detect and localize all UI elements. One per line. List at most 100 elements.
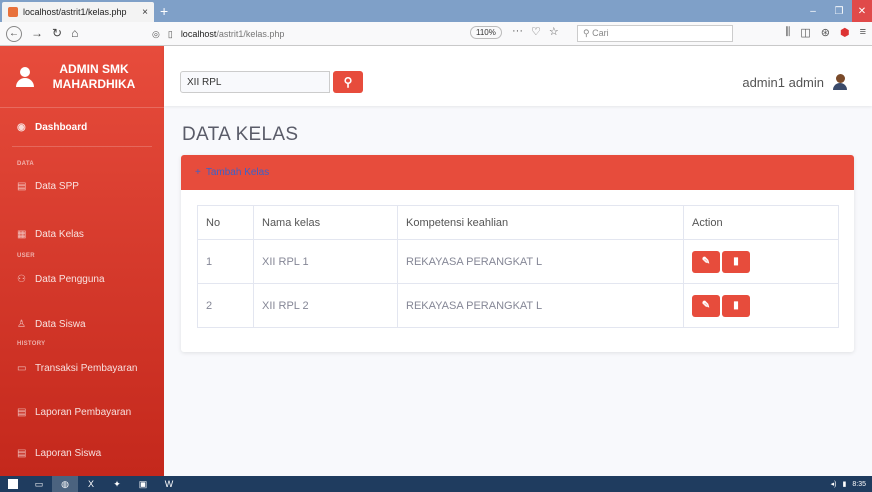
table-icon: ▦: [17, 228, 27, 240]
sidebar-item-label: Data Siswa: [35, 318, 86, 330]
user-name: admin1 admin: [742, 74, 824, 90]
edit-button[interactable]: ✎: [692, 250, 720, 273]
sidebar-item-data-kelas[interactable]: ▦ Data Kelas: [0, 205, 164, 249]
sidebar-heading-data: DATA: [17, 161, 34, 167]
extension-icon[interactable]: ⊛: [821, 26, 830, 39]
avatar: [832, 74, 848, 90]
cell-no: 1: [197, 239, 254, 284]
close-window-icon[interactable]: ✕: [852, 0, 872, 22]
cell-nama-kelas: XII RPL 1: [253, 239, 398, 284]
table-icon: ▤: [17, 180, 27, 192]
bookmark-star-icon[interactable]: ☆: [549, 25, 559, 38]
edit-icon: ✎: [701, 256, 711, 267]
start-icon[interactable]: [0, 476, 26, 492]
header-kompetensi: Kompetensi keahlian: [397, 205, 684, 240]
sidebar-heading-user: USER: [17, 253, 35, 259]
sidebar-item-label: Laporan Pembayaran: [35, 406, 132, 418]
sidebar-item-data-spp[interactable]: ▤ Data SPP: [0, 167, 164, 205]
header-action: Action: [683, 205, 839, 240]
pinned-app-icon[interactable]: ✦: [104, 476, 130, 492]
class-table: No Nama kelas Kompetensi keahlian Action…: [197, 205, 839, 328]
sidebar-toggle-icon[interactable]: ◫: [800, 26, 810, 39]
windows-taskbar: ▭ ◍ X ✦ ▣ W ◂) ▮ 8:35: [0, 476, 872, 492]
plus-icon: +: [195, 167, 201, 178]
delete-button[interactable]: ▮: [722, 294, 750, 317]
header-nama-kelas: Nama kelas: [253, 205, 398, 240]
money-icon: ▭: [17, 362, 27, 374]
users-icon: ⚇: [17, 273, 26, 285]
search-input[interactable]: ⚲ Cari: [577, 25, 733, 42]
search-input[interactable]: [180, 71, 330, 93]
page-title: DATA KELAS: [182, 124, 299, 145]
browser-tab[interactable]: localhost/astrit1/kelas.php ×: [2, 2, 154, 22]
sidebar-item-data-siswa[interactable]: ♙ Data Siswa: [0, 299, 164, 341]
word-icon[interactable]: W: [156, 476, 182, 492]
search-icon: ⚲: [583, 28, 590, 38]
dashboard-icon: ◉: [17, 121, 26, 133]
user-icon: [16, 66, 34, 87]
trash-icon: ▮: [733, 300, 739, 311]
zoom-indicator[interactable]: 110%: [470, 26, 502, 39]
tracking-shield-icon[interactable]: ◎: [152, 29, 160, 40]
student-icon: ♙: [17, 318, 26, 330]
cell-action: ✎ ▮: [683, 283, 839, 328]
sidebar-item-transaksi[interactable]: ▭ Transaksi Pembayaran: [0, 347, 164, 385]
brand-title: ADMIN SMK MAHARDHIKA: [52, 61, 136, 91]
page-actions-icon[interactable]: ···: [512, 25, 523, 38]
system-tray: ◂) ▮ 8:35: [831, 476, 866, 492]
sidebar-item-label: Dashboard: [35, 121, 88, 133]
maximize-icon[interactable]: ❐: [826, 0, 852, 22]
delete-button[interactable]: ▮: [722, 250, 750, 273]
card-header: + Tambah Kelas: [181, 155, 854, 190]
sidebar-brand[interactable]: ADMIN SMK MAHARDHIKA: [0, 46, 164, 108]
firefox-icon[interactable]: ◍: [52, 476, 78, 492]
menu-icon[interactable]: ≡: [860, 26, 866, 39]
sidebar-item-label: Laporan Siswa: [35, 447, 102, 459]
home-icon[interactable]: ⌂: [71, 26, 78, 42]
tab-title: localhost/astrit1/kelas.php: [23, 7, 127, 17]
forward-icon[interactable]: →: [31, 26, 43, 42]
cell-action: ✎ ▮: [683, 239, 839, 284]
edit-icon: ✎: [701, 300, 711, 311]
search-button[interactable]: ⚲: [333, 71, 363, 93]
shield-addon-icon[interactable]: ⬢: [840, 26, 850, 39]
table-row: 1 XII RPL 1 REKAYASA PERANGKAT L ✎ ▮: [197, 239, 839, 284]
network-icon[interactable]: ▮: [843, 480, 847, 488]
cell-nama-kelas: XII RPL 2: [253, 283, 398, 328]
report-icon: ▤: [17, 447, 27, 459]
volume-icon[interactable]: ◂): [831, 480, 837, 488]
sidebar-item-laporan-pembayaran[interactable]: ▤ Laporan Pembayaran: [0, 385, 164, 431]
sidebar-item-dashboard[interactable]: ◉ Dashboard: [0, 108, 164, 146]
data-card: + Tambah Kelas No Nama kelas Kompetensi …: [181, 155, 854, 352]
browser-tab-bar: localhost/astrit1/kelas.php × + – ❐ ✕: [0, 0, 872, 22]
browser-navbar: ← → ↻ ⌂ ◎ ▯ localhost/astrit1/kelas.php …: [0, 22, 872, 46]
search-icon: ⚲: [343, 75, 353, 89]
add-class-link[interactable]: Tambah Kelas: [206, 167, 269, 178]
favicon-icon: [8, 7, 18, 17]
excel-icon[interactable]: X: [78, 476, 104, 492]
sidebar-item-laporan-siswa[interactable]: ▤ Laporan Siswa: [0, 431, 164, 469]
back-icon[interactable]: ←: [6, 25, 22, 42]
url-host: localhost: [180, 29, 217, 39]
tab-close-icon[interactable]: ×: [142, 7, 148, 18]
table-row: 2 XII RPL 2 REKAYASA PERANGKAT L ✎ ▮: [197, 283, 839, 328]
reload-icon[interactable]: ↻: [52, 26, 62, 42]
file-explorer-icon[interactable]: ▭: [26, 476, 52, 492]
sidebar-item-data-pengguna[interactable]: ⚇ Data Pengguna: [0, 259, 164, 299]
page-info-icon[interactable]: ▯: [168, 29, 173, 40]
user-menu[interactable]: admin1 admin: [742, 74, 848, 90]
sidebar-item-label: Data Pengguna: [35, 273, 105, 285]
minimize-icon[interactable]: –: [800, 0, 826, 22]
edit-button[interactable]: ✎: [692, 294, 720, 317]
trash-icon: ▮: [733, 256, 739, 267]
pocket-icon[interactable]: ♡: [531, 25, 541, 38]
sidebar-item-label: Transaksi Pembayaran: [35, 362, 138, 374]
library-icon[interactable]: ⫼: [785, 26, 790, 39]
table-header-row: No Nama kelas Kompetensi keahlian Action: [197, 205, 839, 240]
new-tab-button[interactable]: +: [160, 2, 168, 20]
sidebar-item-label: Data Kelas: [35, 228, 84, 240]
clock[interactable]: 8:35: [852, 481, 866, 488]
search-placeholder: Cari: [592, 28, 609, 38]
cell-no: 2: [197, 283, 254, 328]
xampp-icon[interactable]: ▣: [130, 476, 156, 492]
